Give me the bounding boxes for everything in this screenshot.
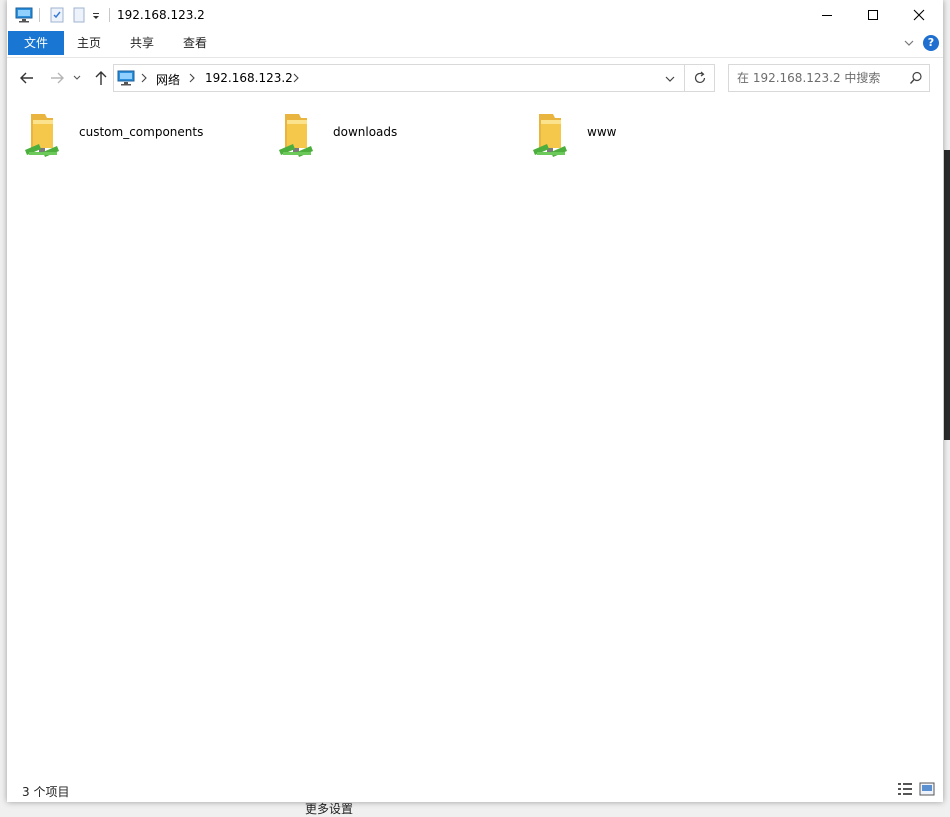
forward-button[interactable] bbox=[47, 68, 67, 88]
properties-icon[interactable] bbox=[49, 7, 65, 23]
tab-view[interactable]: 查看 bbox=[175, 31, 215, 55]
network-folder-icon bbox=[21, 108, 65, 160]
explorer-window: 192.168.123.2 文件 主页 共享 查看 ? 网络 192.168.1… bbox=[7, 0, 943, 802]
item-name: downloads bbox=[333, 125, 398, 139]
breadcrumb-network[interactable]: 网络 bbox=[156, 71, 180, 88]
arrow-left-icon bbox=[20, 72, 33, 84]
minimize-icon bbox=[822, 15, 832, 16]
network-folder-icon bbox=[275, 108, 319, 160]
breadcrumb-chevron-icon[interactable] bbox=[188, 72, 196, 87]
search-icon[interactable] bbox=[909, 71, 923, 88]
breadcrumb-host[interactable]: 192.168.123.2 bbox=[205, 71, 293, 85]
status-bar: 3 个项目 bbox=[7, 774, 943, 802]
help-icon[interactable]: ? bbox=[923, 35, 939, 51]
tab-share[interactable]: 共享 bbox=[122, 31, 162, 55]
computer-icon[interactable] bbox=[15, 7, 33, 23]
network-folder-icon bbox=[529, 108, 573, 160]
quick-access-divider bbox=[39, 8, 40, 22]
new-folder-icon[interactable] bbox=[71, 7, 87, 23]
chevron-down-icon bbox=[73, 75, 81, 80]
arrow-up-icon bbox=[95, 71, 107, 85]
list-item-www[interactable]: www bbox=[515, 106, 755, 166]
navigation-bar: 网络 192.168.123.2 bbox=[7, 58, 943, 98]
back-button[interactable] bbox=[17, 68, 37, 88]
large-icons-view-icon[interactable] bbox=[919, 782, 935, 796]
search-box[interactable] bbox=[728, 64, 930, 92]
item-count: 3 个项目 bbox=[22, 785, 70, 799]
search-input[interactable] bbox=[737, 69, 897, 87]
maximize-icon bbox=[868, 10, 878, 20]
arrow-right-icon bbox=[51, 72, 64, 84]
refresh-icon bbox=[694, 71, 705, 84]
list-item-custom-components[interactable]: custom_components bbox=[7, 106, 247, 166]
item-name: custom_components bbox=[79, 125, 204, 139]
close-button[interactable] bbox=[896, 0, 942, 30]
title-divider bbox=[109, 8, 110, 22]
address-bar[interactable]: 网络 192.168.123.2 bbox=[113, 64, 685, 92]
refresh-button[interactable] bbox=[685, 64, 715, 92]
file-list: custom_components downloads www bbox=[7, 98, 943, 774]
background-window-edge bbox=[944, 150, 950, 440]
address-history-chevron-icon[interactable] bbox=[664, 73, 676, 88]
expand-ribbon-chevron-icon[interactable] bbox=[903, 37, 915, 52]
minimize-button[interactable] bbox=[804, 0, 850, 30]
maximize-button[interactable] bbox=[850, 0, 896, 30]
up-button[interactable] bbox=[91, 68, 111, 88]
recent-locations-button[interactable] bbox=[71, 68, 83, 88]
background-partial-text: 更多设置 bbox=[305, 802, 354, 816]
close-icon bbox=[913, 9, 925, 21]
computer-location-icon bbox=[117, 70, 135, 89]
item-name: www bbox=[587, 125, 617, 139]
ribbon-tabs: 文件 主页 共享 查看 ? bbox=[7, 30, 943, 58]
title-bar: 192.168.123.2 bbox=[7, 0, 943, 30]
customize-toolbar-chevron-icon[interactable] bbox=[91, 7, 101, 23]
details-view-icon[interactable] bbox=[897, 782, 913, 796]
list-item-downloads[interactable]: downloads bbox=[261, 106, 501, 166]
window-title: 192.168.123.2 bbox=[117, 8, 205, 22]
breadcrumb-chevron-icon[interactable] bbox=[140, 72, 148, 87]
tab-home[interactable]: 主页 bbox=[69, 31, 109, 55]
breadcrumb-chevron-icon[interactable] bbox=[292, 72, 300, 87]
tab-file[interactable]: 文件 bbox=[8, 31, 64, 55]
